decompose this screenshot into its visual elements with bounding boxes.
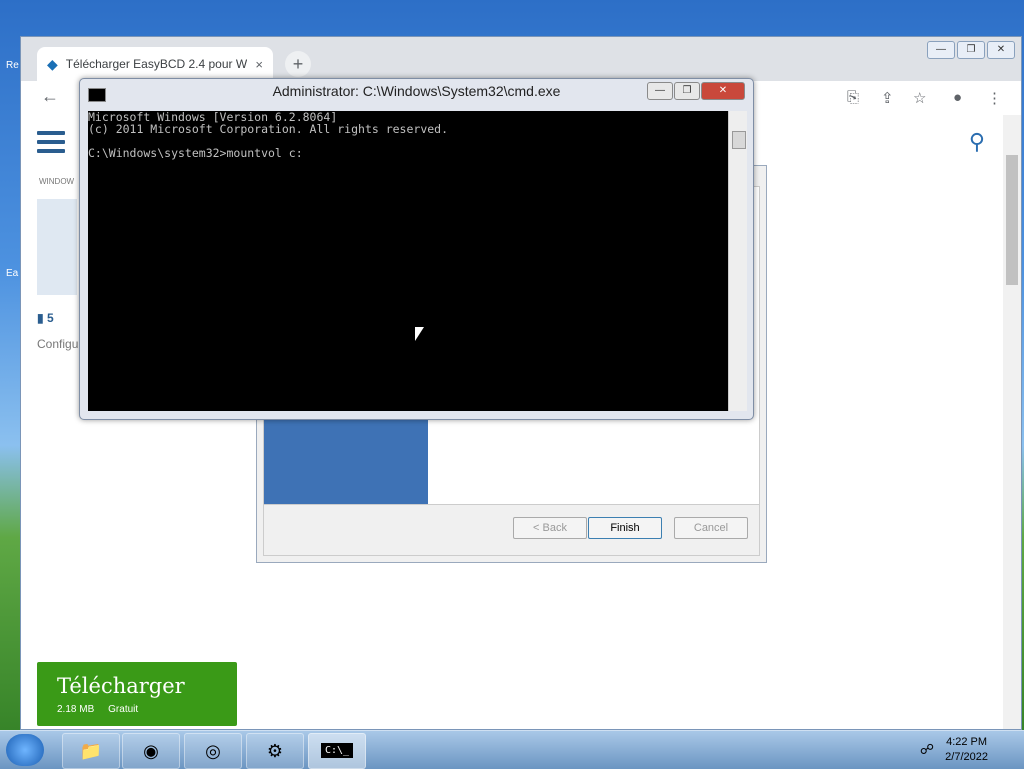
page-scrollbar[interactable] (1003, 115, 1021, 729)
maximize-button[interactable]: ❐ (957, 41, 985, 59)
app-thumbnail (37, 199, 77, 295)
cmd-close-button[interactable]: ✕ (701, 82, 745, 100)
clock-time: 4:22 PM (946, 736, 988, 748)
clock[interactable]: 4:22 PM 2/7/2022 (945, 735, 988, 765)
console-line: C:\Windows\system32>mountvol c: (88, 146, 303, 160)
cmd-scrollbar[interactable] (728, 111, 747, 411)
chrome-menu-icon[interactable]: ⋮ (987, 89, 1002, 107)
minimize-button[interactable]: — (927, 41, 955, 59)
console-output[interactable]: Microsoft Windows [Version 6.2.8064] (c) … (88, 111, 728, 411)
taskbar: 📁 ◉ ◎ ⚙ C:\_ ☍ 4:22 PM 2/7/2022 (0, 730, 1024, 769)
back-arrow-icon[interactable]: ← (41, 86, 59, 107)
chrome-window-controls: — ❐ ✕ (927, 41, 1015, 59)
comment-icon: ▮ (37, 311, 44, 325)
cmd-window-controls: — ❐ ✕ (647, 82, 745, 100)
back-button[interactable]: < Back (513, 517, 587, 539)
finish-button[interactable]: Finish (588, 517, 662, 539)
new-tab-button[interactable]: + (285, 51, 311, 77)
tab-strip: ◆ Télécharger EasyBCD 2.4 pour W × + — ❐… (21, 37, 1021, 81)
start-button[interactable] (6, 734, 44, 766)
bookmark-star-icon[interactable]: ☆ (913, 89, 926, 107)
download-label: Télécharger (57, 674, 185, 698)
hamburger-menu-icon[interactable] (37, 131, 65, 158)
download-license: Gratuit (108, 704, 139, 715)
tab-easybcd[interactable]: ◆ Télécharger EasyBCD 2.4 pour W × (37, 47, 273, 81)
cmd-maximize-button[interactable]: ❐ (674, 82, 700, 100)
comment-count-value: 5 (46, 311, 54, 325)
mouse-cursor-icon (415, 327, 424, 341)
site-favicon-icon: ◆ (47, 55, 58, 72)
cancel-button[interactable]: Cancel (674, 517, 748, 539)
cmd-taskbar-button[interactable]: C:\_ (308, 733, 366, 769)
download-size: 2.18 MB (57, 704, 95, 715)
console-line: (c) 2011 Microsoft Corporation. All righ… (88, 122, 449, 136)
desktop-easybcd-label[interactable]: Ea (6, 268, 18, 279)
installer-icon[interactable]: ⚙ (246, 733, 304, 769)
network-icon[interactable]: ☍ (920, 741, 934, 758)
profile-icon[interactable]: ● (953, 89, 962, 106)
tab-close-icon[interactable]: × (255, 57, 263, 72)
download-button[interactable]: Télécharger 2.18 MB Gratuit (37, 662, 237, 726)
firefox-icon[interactable]: ◉ (122, 733, 180, 769)
wizard-footer: < Back Finish Cancel (264, 504, 759, 555)
tab-title: Télécharger EasyBCD 2.4 pour W (65, 57, 248, 71)
file-explorer-icon[interactable]: 📁 (62, 733, 120, 769)
subtext: Configu (37, 337, 79, 351)
breadcrumb[interactable]: WINDOW (39, 177, 74, 186)
wizard-banner-image (264, 413, 428, 510)
desktop-recycle-label[interactable]: Re (6, 60, 19, 71)
chrome-icon[interactable]: ◎ (184, 733, 242, 769)
clock-date: 2/7/2022 (945, 751, 988, 763)
close-button[interactable]: ✕ (987, 41, 1015, 59)
cmd-taskbar-label: C:\_ (320, 743, 354, 758)
share-icon[interactable]: ⇪ (881, 89, 894, 107)
search-icon[interactable]: ⚲ (969, 129, 985, 155)
download-meta: 2.18 MB Gratuit (57, 704, 138, 715)
comment-count[interactable]: ▮ 5 (37, 311, 54, 325)
cmd-minimize-button[interactable]: — (647, 82, 673, 100)
translate-icon[interactable]: ⎘ (847, 89, 859, 106)
cmd-window: Administrator: C:\Windows\System32\cmd.e… (79, 78, 754, 420)
